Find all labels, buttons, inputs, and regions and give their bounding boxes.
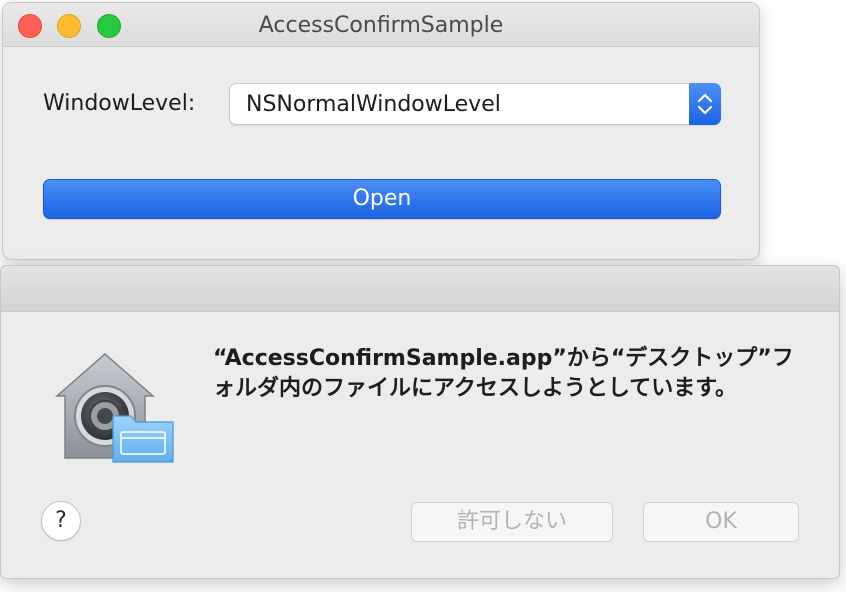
deny-button[interactable]: 許可しない	[411, 502, 613, 542]
window-level-label: WindowLevel:	[43, 91, 196, 116]
security-lock-icon	[55, 353, 174, 463]
access-alert: “AccessConfirmSample.app”から“デスクトップ”フォルダ内…	[0, 265, 840, 579]
screen: AccessConfirmSample WindowLevel: NSNorma…	[0, 0, 846, 592]
titlebar: AccessConfirmSample	[3, 3, 759, 47]
help-button[interactable]: ?	[41, 501, 81, 541]
alert-titlebar	[1, 266, 839, 312]
window-level-popup[interactable]: NSNormalWindowLevel	[229, 83, 721, 125]
open-button[interactable]: Open	[43, 179, 721, 219]
ok-button[interactable]: OK	[643, 502, 799, 542]
alert-message: “AccessConfirmSample.app”から“デスクトップ”フォルダ内…	[213, 346, 794, 401]
main-window: AccessConfirmSample WindowLevel: NSNorma…	[2, 2, 760, 260]
window-level-value: NSNormalWindowLevel	[246, 92, 501, 117]
window-title: AccessConfirmSample	[258, 13, 504, 38]
folder-icon	[112, 415, 174, 463]
chevron-up-down-icon	[689, 83, 721, 125]
